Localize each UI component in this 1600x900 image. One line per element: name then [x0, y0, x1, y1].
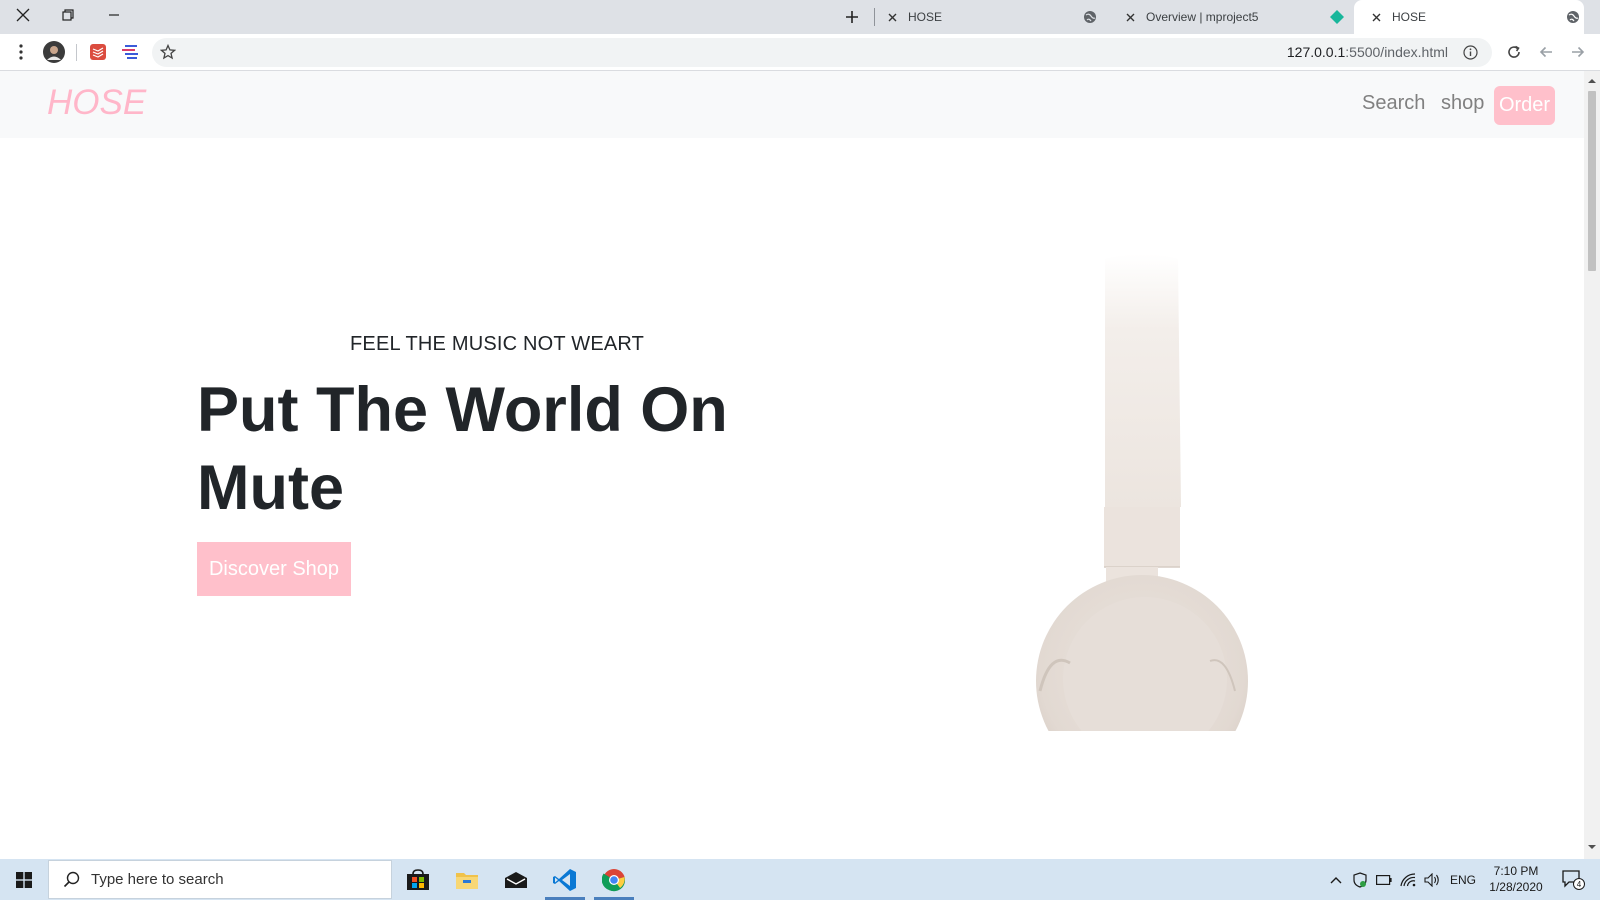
close-icon	[1372, 13, 1380, 21]
minimize-window-button[interactable]	[91, 0, 137, 30]
chrome-icon	[602, 868, 625, 891]
forward-icon	[1572, 46, 1585, 58]
restore-icon	[62, 9, 74, 21]
wifi-icon	[1400, 872, 1416, 886]
discover-shop-button[interactable]: Discover Shop	[197, 542, 351, 596]
forward-button[interactable]	[1566, 40, 1590, 64]
diamond-icon	[1329, 9, 1345, 25]
tab-separator	[874, 8, 875, 26]
tab-title: HOSE	[908, 10, 943, 24]
toolbar-divider	[76, 44, 77, 61]
wifi-tray-icon[interactable]	[1398, 859, 1418, 900]
clock-date: 1/28/2020	[1489, 880, 1543, 894]
headphone-product-image	[1036, 254, 1248, 731]
taskbar-file-explorer-app[interactable]	[443, 859, 491, 900]
browser-tab-strip: HOSE Overview | mproject5 HOSE	[0, 0, 1600, 34]
new-tab-icon	[846, 11, 858, 23]
action-center-button[interactable]: 4	[1556, 859, 1592, 900]
page-viewport: HOSE Search shop Order FEEL THE MUSIC NO…	[0, 71, 1584, 859]
extension-icon	[122, 45, 138, 59]
url-path: :5500/index.html	[1345, 44, 1448, 60]
volume-tray-icon[interactable]	[1422, 859, 1442, 900]
nav-shop-link[interactable]: shop	[1441, 92, 1484, 115]
profile-avatar-button[interactable]	[42, 40, 66, 64]
restore-window-button[interactable]	[45, 0, 91, 30]
taskbar-store-app[interactable]	[394, 859, 442, 900]
notification-icon: 4	[1562, 869, 1585, 890]
browser-toolbar: 127.0.0.1:5500/index.html	[0, 34, 1600, 71]
store-icon	[407, 868, 429, 890]
url-host: 127.0.0.1	[1286, 44, 1346, 60]
info-icon	[1462, 44, 1478, 60]
scroll-up-arrow[interactable]	[1588, 77, 1596, 85]
todoist-extension-button[interactable]	[86, 40, 110, 64]
clock-time: 7:10 PM	[1493, 864, 1539, 878]
page-scrollbar[interactable]	[1584, 71, 1600, 859]
minimize-icon	[109, 14, 119, 16]
nav-search-link[interactable]: Search	[1362, 92, 1425, 115]
start-button[interactable]	[0, 859, 48, 900]
scrollbar-thumb[interactable]	[1588, 91, 1596, 271]
globe-icon	[1565, 9, 1581, 25]
tab-title: HOSE	[1392, 10, 1427, 24]
input-language-indicator[interactable]: ENG	[1448, 859, 1478, 900]
search-icon	[61, 870, 81, 890]
close-icon	[888, 13, 896, 21]
back-icon	[1539, 46, 1552, 58]
close-icon	[1126, 13, 1134, 21]
battery-tray-icon[interactable]	[1374, 859, 1394, 900]
windows-icon	[16, 871, 32, 888]
back-button[interactable]	[1534, 40, 1558, 64]
browser-menu-button[interactable]	[9, 40, 33, 64]
tab-close-button[interactable]	[884, 9, 900, 25]
nav-order-button[interactable]: Order	[1494, 86, 1555, 125]
close-icon	[16, 8, 30, 22]
site-info-button[interactable]	[1458, 40, 1482, 64]
taskbar-search-placeholder: Type here to search	[91, 871, 224, 888]
globe-icon	[1082, 9, 1098, 25]
taskbar-chrome-app[interactable]	[590, 859, 638, 900]
show-hidden-icons-button[interactable]	[1326, 859, 1346, 900]
url-text: 127.0.0.1:5500/index.html	[1287, 44, 1448, 60]
new-tab-button[interactable]	[838, 4, 866, 30]
vscode-icon	[553, 868, 576, 891]
chevron-up-icon	[1330, 876, 1342, 883]
taskbar-vscode-app[interactable]	[541, 859, 589, 900]
taskbar-search-box[interactable]: Type here to search	[48, 860, 392, 899]
tab-title: Overview | mproject5	[1146, 10, 1259, 24]
site-navbar: HOSE Search shop Order	[0, 71, 1584, 138]
list-extension-button[interactable]	[118, 40, 142, 64]
brand-logo-link[interactable]: HOSE	[47, 83, 146, 123]
address-bar[interactable]: 127.0.0.1:5500/index.html	[152, 38, 1492, 67]
defender-tray-icon[interactable]	[1350, 859, 1370, 900]
tab-overview-mproject5[interactable]: Overview | mproject5	[1122, 0, 1362, 34]
scroll-down-arrow[interactable]	[1588, 843, 1596, 851]
bookmark-star-button[interactable]	[156, 40, 180, 64]
reload-icon	[1508, 45, 1520, 58]
windows-taskbar: Type here to search ENG 7:10 PM 1/28/202…	[0, 859, 1600, 900]
defender-icon	[1353, 871, 1367, 888]
close-window-button[interactable]	[0, 0, 46, 30]
tab-close-button[interactable]	[1122, 9, 1138, 25]
hero-headline: Put The World On Mute	[197, 375, 728, 523]
taskbar-mail-app[interactable]	[492, 859, 540, 900]
mail-icon	[505, 871, 527, 888]
menu-icon	[19, 44, 23, 60]
volume-icon	[1424, 872, 1439, 887]
tab-close-button[interactable]	[1368, 9, 1384, 25]
tab-hose-active[interactable]: HOSE	[1354, 0, 1584, 34]
folder-icon	[456, 872, 478, 889]
battery-icon	[1376, 874, 1392, 885]
notification-count: 4	[1577, 880, 1582, 889]
avatar	[43, 41, 65, 63]
tab-hose-1[interactable]: HOSE	[884, 0, 1108, 34]
reload-button[interactable]	[1502, 40, 1526, 64]
star-icon	[160, 44, 176, 60]
taskbar-clock[interactable]: 7:10 PM 1/28/2020	[1480, 863, 1552, 895]
todoist-icon	[90, 44, 106, 60]
hero-tagline: FEEL THE MUSIC NOT WEART	[350, 333, 645, 355]
